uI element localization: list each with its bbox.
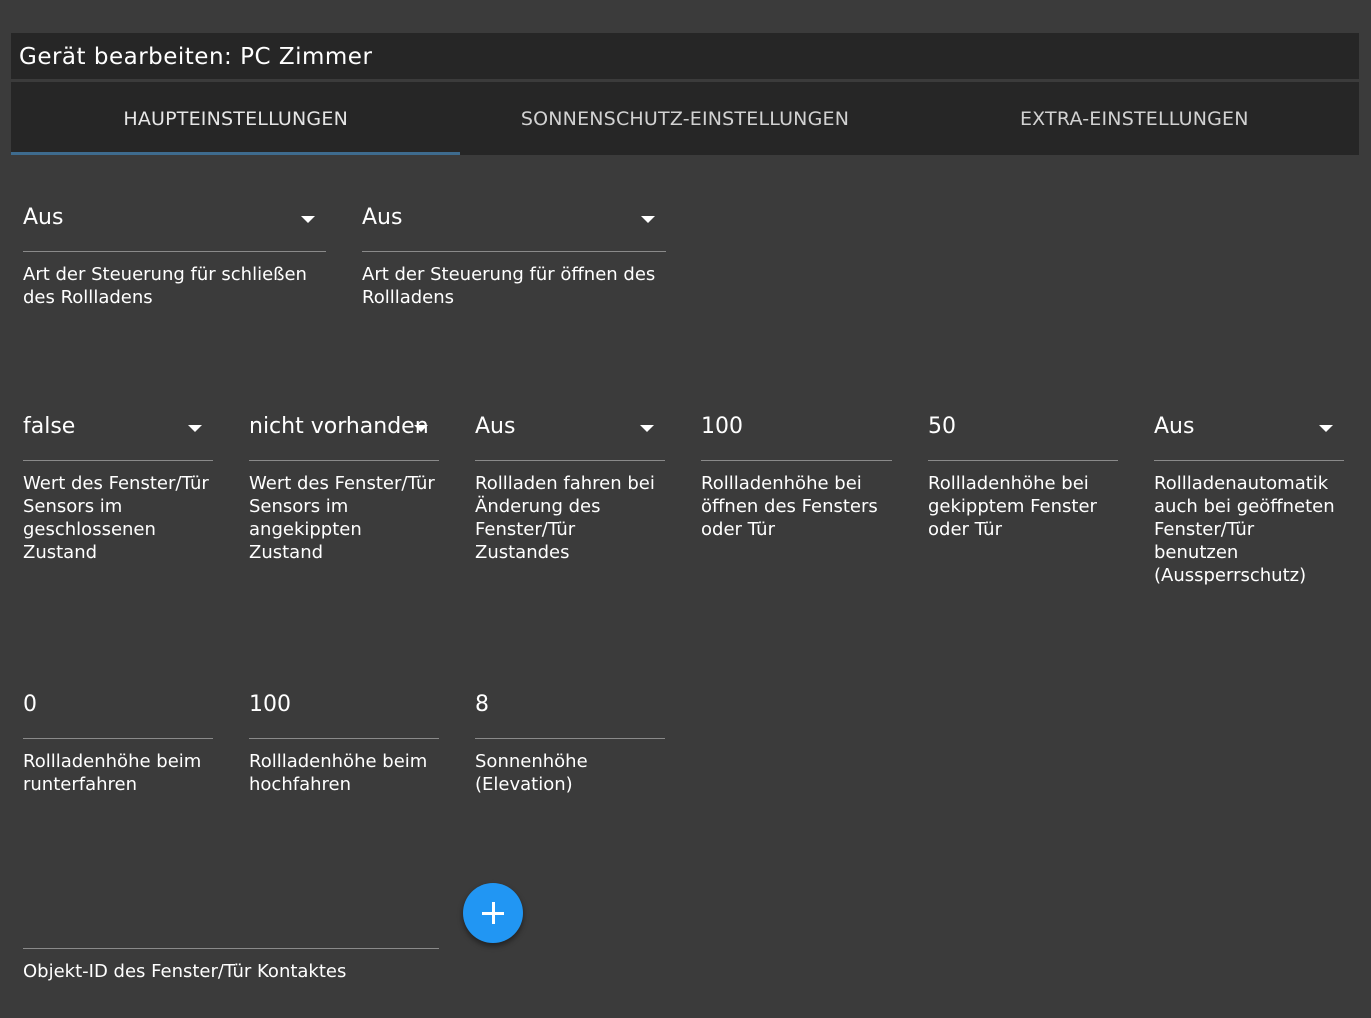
select-value: Aus: [23, 205, 64, 230]
field-underline: [23, 948, 439, 949]
field-underline: [23, 251, 326, 252]
dropdown-arrow-icon: [188, 425, 202, 432]
field-label: Rollladen fahren bei Änderung des Fenste…: [475, 473, 655, 563]
input-value: 8: [475, 692, 489, 717]
input-value: 100: [249, 692, 291, 717]
dialog-title: Gerät bearbeiten: PC Zimmer: [11, 33, 1359, 79]
open-control-select[interactable]: Aus Art der Steuerung für öffnen des Rol…: [362, 205, 666, 315]
field-label: Art der Steuerung für schließen des Roll…: [23, 264, 307, 308]
add-object-button[interactable]: [463, 883, 523, 943]
field-underline: [475, 738, 665, 739]
tab-extra-einstellungen[interactable]: EXTRA-EINSTELLUNGEN: [910, 82, 1359, 155]
height-window-open-input[interactable]: 100 Rollladenhöhe bei öffnen des Fenster…: [701, 414, 892, 594]
field-underline: [249, 460, 439, 461]
field-label: Rollladenhöhe bei gekipptem Fenster oder…: [928, 473, 1097, 540]
close-control-select[interactable]: Aus Art der Steuerung für schließen des …: [23, 205, 326, 315]
field-underline: [475, 460, 665, 461]
select-value: false: [23, 414, 76, 439]
field-label: Wert des Fenster/Tür Sensors im geschlos…: [23, 473, 209, 563]
field-underline: [249, 738, 439, 739]
field-label: Rollladenhöhe bei öffnen des Fensters od…: [701, 473, 878, 540]
window-change-drive-select[interactable]: Aus Rollladen fahren bei Änderung des Fe…: [475, 414, 665, 594]
field-label: Art der Steuerung für öffnen des Rolllad…: [362, 264, 656, 308]
tab-bar: HAUPTEINSTELLUNGEN SONNENSCHUTZ-EINSTELL…: [11, 82, 1359, 155]
sun-elevation-input[interactable]: 8 Sonnenhöhe (Elevation): [475, 692, 665, 802]
window-contact-object-id-input[interactable]: Objekt-ID des Fenster/Tür Kontaktes: [23, 902, 439, 992]
field-underline: [362, 251, 666, 252]
field-underline: [1154, 460, 1344, 461]
field-label: Rollladenhöhe beim runterfahren: [23, 751, 202, 795]
height-up-input[interactable]: 100 Rollladenhöhe beim hochfahren: [249, 692, 439, 802]
height-down-input[interactable]: 0 Rollladenhöhe beim runterfahren: [23, 692, 213, 802]
select-value: Aus: [362, 205, 403, 230]
plus-icon: [482, 902, 504, 924]
select-value: nicht vorhanden: [249, 414, 429, 439]
dropdown-arrow-icon: [640, 425, 654, 432]
dropdown-arrow-icon: [641, 216, 655, 223]
field-label: Rollladenhöhe beim hochfahren: [249, 751, 428, 795]
height-window-tilted-input[interactable]: 50 Rollladenhöhe bei gekipptem Fenster o…: [928, 414, 1118, 594]
dropdown-arrow-icon: [1319, 425, 1333, 432]
field-underline: [701, 460, 892, 461]
dropdown-arrow-icon: [414, 425, 428, 432]
lockout-protection-select[interactable]: Aus Rollladenautomatik auch bei geöffnet…: [1154, 414, 1344, 594]
select-value: Aus: [475, 414, 516, 439]
select-value: Aus: [1154, 414, 1195, 439]
field-underline: [23, 460, 213, 461]
dropdown-arrow-icon: [301, 216, 315, 223]
field-label: Objekt-ID des Fenster/Tür Kontaktes: [23, 961, 347, 982]
field-label: Rollladenautomatik auch bei geöffneten F…: [1154, 473, 1335, 586]
tab-sonnenschutz-einstellungen[interactable]: SONNENSCHUTZ-EINSTELLUNGEN: [460, 82, 909, 155]
sensor-tilted-value-select[interactable]: nicht vorhanden Wert des Fenster/Tür Sen…: [249, 414, 439, 594]
input-value: 50: [928, 414, 956, 439]
field-underline: [23, 738, 213, 739]
tab-haupteinstellungen[interactable]: HAUPTEINSTELLUNGEN: [11, 82, 461, 155]
field-label: Sonnenhöhe (Elevation): [475, 751, 588, 795]
sensor-closed-value-select[interactable]: false Wert des Fenster/Tür Sensors im ge…: [23, 414, 213, 594]
input-value: 0: [23, 692, 37, 717]
field-underline: [928, 460, 1118, 461]
input-value: 100: [701, 414, 743, 439]
field-label: Wert des Fenster/Tür Sensors im angekipp…: [249, 473, 435, 563]
